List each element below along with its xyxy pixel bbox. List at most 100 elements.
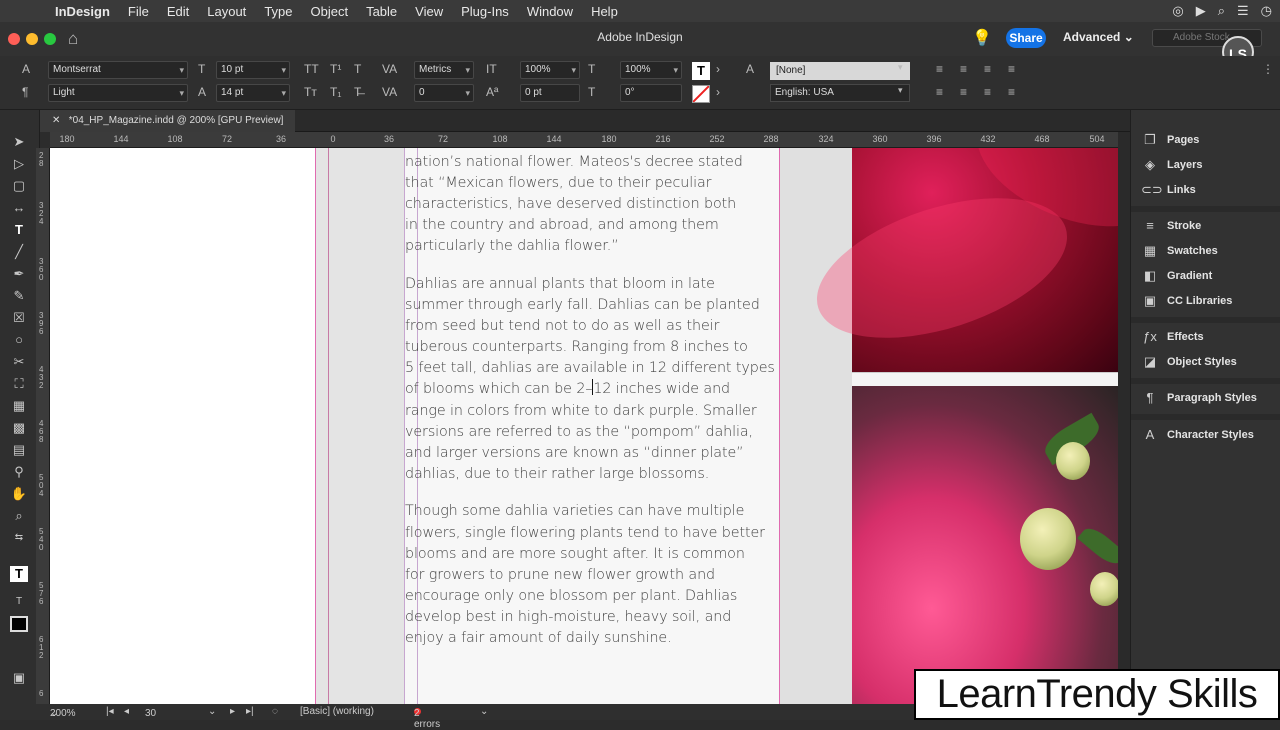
paragraph-formatting-icon[interactable]: ¶ [22,85,28,99]
panel-swatches[interactable]: ▦ Swatches [1139,241,1279,261]
panel-pages[interactable]: ❐ Pages [1139,130,1279,150]
formatting-affects-text-icon[interactable]: T [10,594,28,610]
character-style-dropdown[interactable]: [None] [770,62,910,80]
story-text-frame[interactable]: nation’s national flower. Mateos's decre… [405,152,785,666]
align-left-icon[interactable]: ≡ [936,62,943,76]
hand-tool-icon[interactable]: ✋ [10,486,28,502]
small-caps-icon[interactable]: Tт [304,85,317,99]
superscript-icon[interactable]: T¹ [330,62,341,76]
chevron-down-icon[interactable]: ⌄ [480,706,488,717]
panel-links[interactable]: ⊂⊃ Links [1139,180,1279,200]
menu-window[interactable]: Window [518,4,582,19]
paragraph-1[interactable]: nation’s national flower. Mateos's decre… [405,152,785,257]
creative-cloud-icon[interactable]: ◎ [1172,3,1183,19]
menu-app[interactable]: InDesign [46,4,119,19]
note-tool-icon[interactable]: ▤ [10,442,28,458]
menu-type[interactable]: Type [255,4,301,19]
zoom-tool-icon[interactable]: ⌕ [10,508,28,524]
panel-stroke[interactable]: ≡ Stroke [1139,216,1279,236]
font-style-field[interactable]: Light ▾ [48,84,188,102]
screen-mode-icon[interactable]: ▣ [10,670,28,686]
chevron-down-icon[interactable]: ⌄ [208,706,216,717]
panel-object-styles[interactable]: ◪ Object Styles [1139,352,1279,372]
type-tool-icon[interactable]: T [10,222,28,238]
open-page-icon[interactable]: ◌ [272,706,278,717]
strikethrough-icon[interactable]: T̶ [354,85,361,99]
font-family-field[interactable]: Montserrat ▾ [48,61,188,79]
last-page-icon[interactable]: ▸| [246,706,254,717]
menu-view[interactable]: View [406,4,452,19]
skew-field[interactable]: 0° [620,84,682,102]
horizontal-scale-field[interactable]: 100% ▾ [620,61,682,79]
gap-tool-icon[interactable]: ↔ [10,200,28,216]
previous-page-icon[interactable]: ◂ [124,706,129,717]
vertical-scale-field[interactable]: 100% ▾ [520,61,580,79]
menu-help[interactable]: Help [582,4,627,19]
all-caps-icon[interactable]: TT [304,62,319,76]
panel-effects[interactable]: ƒx Effects [1139,327,1279,347]
dahlia-closeup-image[interactable] [799,148,1118,372]
first-page-icon[interactable]: |◂ [106,706,114,717]
page-tool-icon[interactable]: ▢ [10,178,28,194]
spotlight-search-icon[interactable]: ⌕ [1218,3,1225,19]
align-spine-icon[interactable]: ≡ [1008,85,1015,99]
swap-fill-stroke-icon[interactable]: ⇆ [10,530,28,546]
align-center-icon[interactable]: ≡ [960,62,967,76]
selection-tool-icon[interactable]: ➤ [10,134,28,150]
menu-layout[interactable]: Layout [198,4,255,19]
chevron-down-icon[interactable]: ▾ [898,62,903,73]
vertical-scrollbar[interactable] [1118,132,1130,704]
panel-menu-icon[interactable]: ⋮ [1262,62,1274,76]
lightbulb-icon[interactable]: 💡 [972,28,992,48]
chevron-right-icon[interactable]: › [716,85,720,99]
next-page-icon[interactable]: ▸ [230,706,235,717]
text-stroke-swatch[interactable] [692,85,710,103]
share-button[interactable]: Share [1006,28,1046,48]
workspace-switcher[interactable]: Advanced ⌄ [1063,30,1134,44]
pencil-tool-icon[interactable]: ✎ [10,288,28,304]
menu-file[interactable]: File [119,4,158,19]
line-tool-icon[interactable]: ╱ [10,244,28,260]
align-right-icon[interactable]: ≡ [984,62,991,76]
justify-right-icon[interactable]: ≡ [960,85,967,99]
character-formatting-icon[interactable]: A [22,62,30,76]
menu-object[interactable]: Object [302,4,358,19]
panel-cc-libraries[interactable]: ▣ CC Libraries [1139,291,1279,311]
underline-icon[interactable]: T [354,62,361,76]
rectangle-frame-tool-icon[interactable]: ☒ [10,310,28,326]
vertical-ruler[interactable]: 2 8 3 2 4 3 6 0 3 9 6 4 3 2 4 6 8 5 0 4 … [36,148,50,704]
paragraph-2[interactable]: Dahlias are annual plants that bloom in … [405,274,785,485]
tracking-field[interactable]: 0 ▾ [414,84,474,102]
baseline-shift-field[interactable]: 0 pt [520,84,580,102]
menu-edit[interactable]: Edit [158,4,198,19]
dahlia-garden-image[interactable] [852,386,1118,704]
pen-tool-icon[interactable]: ✒ [10,266,28,282]
text-fill-swatch[interactable]: T [692,62,710,80]
justify-left-icon[interactable]: ≡ [1008,62,1015,76]
language-dropdown[interactable]: English: USA [770,84,910,102]
control-center-icon[interactable]: ☰ [1237,3,1249,19]
paragraph-3[interactable]: Though some dahlia varieties can have mu… [405,501,785,649]
panel-paragraph-styles[interactable]: ¶ Paragraph Styles [1139,388,1279,408]
scissors-tool-icon[interactable]: ✂ [10,354,28,370]
menu-plugins[interactable]: Plug-Ins [452,4,518,19]
font-size-field[interactable]: 10 pt ▾ [216,61,290,79]
horizontal-ruler[interactable]: 180 144 108 72 36 0 36 72 108 144 180 21… [50,132,1118,148]
eyedropper-tool-icon[interactable]: ⚲ [10,464,28,480]
leading-field[interactable]: 14 pt ▾ [216,84,290,102]
close-icon[interactable]: ✕ [52,115,60,126]
gradient-feather-tool-icon[interactable]: ▩ [10,420,28,436]
justify-all-icon[interactable]: ≡ [984,85,991,99]
left-page[interactable] [50,148,316,704]
panel-gradient[interactable]: ◧ Gradient [1139,266,1279,286]
preflight-profile[interactable]: [Basic] (working) [300,706,374,717]
panel-character-styles[interactable]: A Character Styles [1139,425,1279,445]
pasteboard[interactable]: nation’s national flower. Mateos's decre… [50,148,1118,704]
normal-view-icon[interactable] [10,616,28,632]
menu-table[interactable]: Table [357,4,406,19]
justify-center-icon[interactable]: ≡ [936,85,943,99]
ellipse-tool-icon[interactable]: ○ [10,332,28,348]
subscript-icon[interactable]: T₁ [330,85,341,99]
panel-layers[interactable]: ◈ Layers [1139,155,1279,175]
chevron-down-icon[interactable]: ▾ [898,85,903,96]
